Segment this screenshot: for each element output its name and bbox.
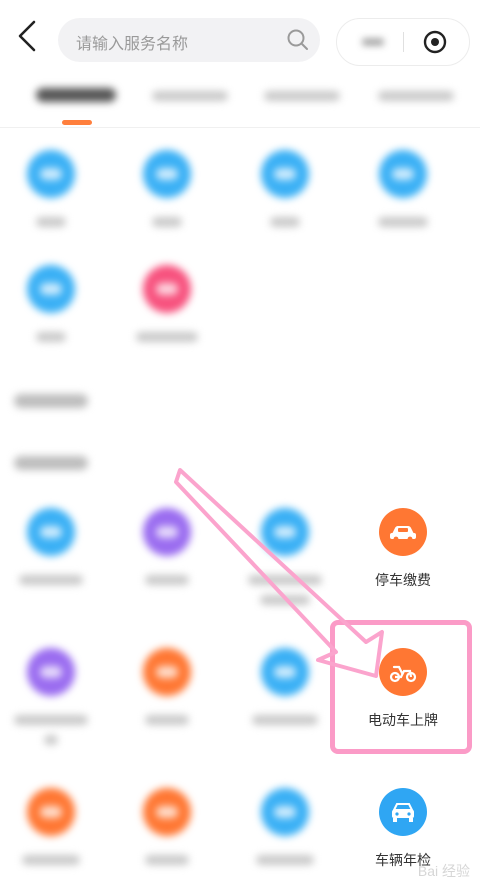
tab-3[interactable] bbox=[264, 88, 340, 105]
service-item[interactable] bbox=[0, 265, 110, 347]
service-item[interactable] bbox=[108, 508, 226, 590]
service-item[interactable] bbox=[0, 150, 110, 232]
search-input[interactable]: 请输入服务名称 bbox=[58, 18, 320, 62]
chevron-left-icon bbox=[18, 20, 36, 52]
car-front-icon bbox=[379, 788, 427, 836]
service-item[interactable] bbox=[108, 648, 226, 730]
tab-1[interactable] bbox=[36, 88, 116, 106]
service-item[interactable] bbox=[0, 788, 110, 870]
search-placeholder: 请输入服务名称 bbox=[76, 36, 189, 53]
service-item[interactable] bbox=[226, 150, 344, 232]
target-icon[interactable] bbox=[423, 30, 447, 54]
service-item[interactable] bbox=[0, 508, 110, 590]
service-item[interactable] bbox=[344, 150, 462, 232]
car-icon bbox=[379, 508, 427, 556]
watermark: Bai 经验 bbox=[417, 863, 470, 879]
service-item[interactable] bbox=[226, 648, 344, 730]
capsule-divider bbox=[403, 32, 404, 52]
service-item[interactable] bbox=[108, 788, 226, 870]
tab-2[interactable] bbox=[152, 88, 228, 105]
service-item[interactable] bbox=[226, 508, 344, 610]
vehicle-inspection-item[interactable]: 车辆年检 bbox=[344, 788, 462, 870]
service-item[interactable] bbox=[108, 150, 226, 232]
tab-4[interactable] bbox=[378, 88, 454, 105]
section-title-2 bbox=[14, 392, 88, 413]
active-tab-indicator bbox=[62, 120, 92, 125]
highlight-box bbox=[330, 620, 472, 754]
back-button[interactable] bbox=[14, 18, 44, 54]
parking-fee-item[interactable]: 停车缴费 bbox=[344, 508, 462, 590]
search-icon[interactable] bbox=[286, 28, 310, 52]
mini-program-capsule bbox=[336, 18, 470, 66]
service-item[interactable] bbox=[226, 788, 344, 870]
parking-fee-label: 停车缴费 bbox=[375, 572, 431, 588]
tab-divider bbox=[0, 127, 480, 128]
service-item[interactable] bbox=[108, 265, 226, 347]
service-item[interactable] bbox=[0, 648, 110, 750]
more-dots-icon[interactable] bbox=[363, 39, 383, 45]
section-title-3 bbox=[14, 454, 88, 475]
